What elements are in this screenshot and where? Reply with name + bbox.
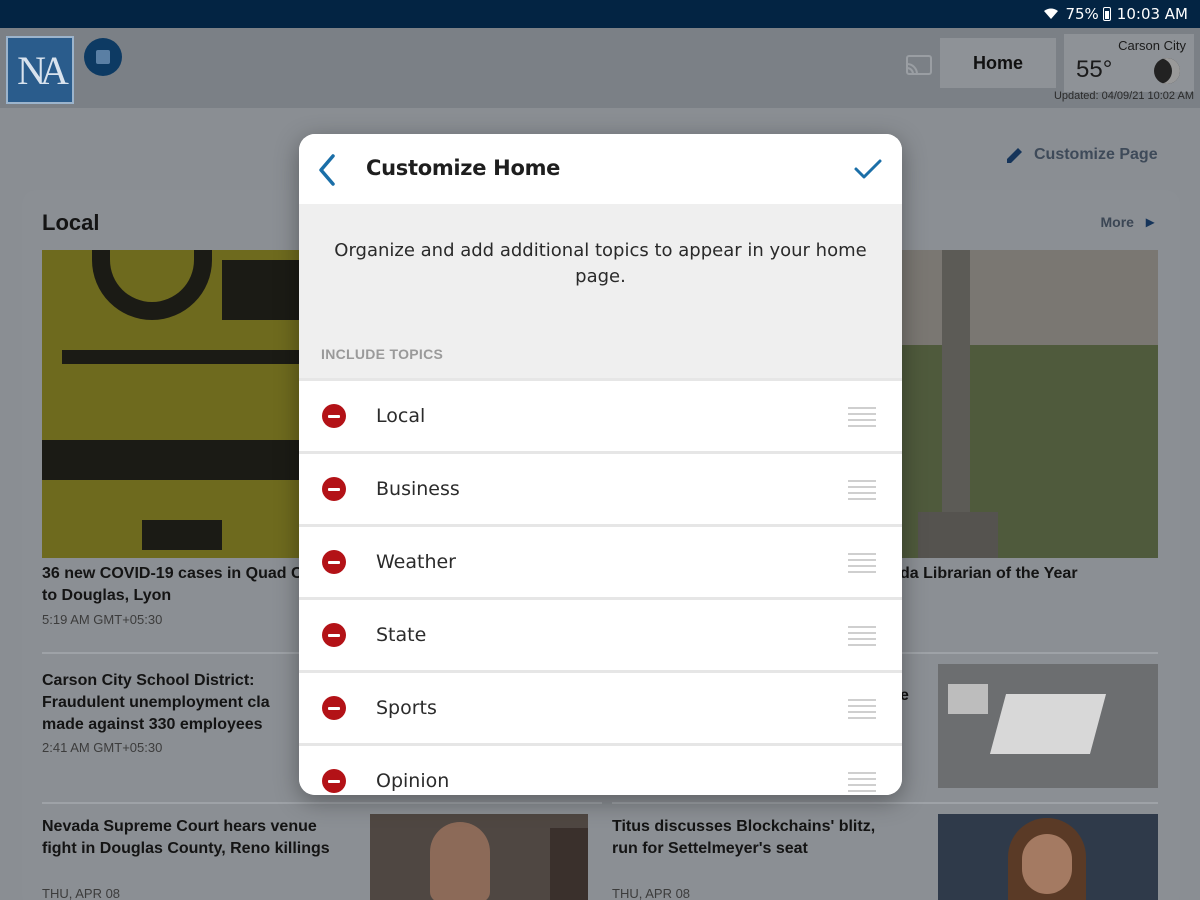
article-thumb-portrait[interactable] [938,814,1158,900]
article-time: 2:41 AM GMT+05:30 [42,740,163,755]
remove-topic-icon[interactable] [322,623,346,647]
remove-topic-icon[interactable] [322,696,346,720]
home-nav-button[interactable]: Home [940,38,1056,88]
menu-button[interactable] [84,38,122,76]
article-image-librarian[interactable] [900,250,1158,558]
drag-handle-icon[interactable] [848,626,876,646]
battery-icon [1102,7,1111,21]
figure [550,828,588,900]
topic-row-business[interactable]: Business [299,451,902,524]
topic-label: State [376,624,427,646]
menu-icon [96,50,110,64]
headline-line: made against 330 employees [42,716,263,733]
headline-line: da Librarian of the Year [900,565,1078,582]
chevron-right-icon: ▸ [1145,214,1154,231]
pencil-icon [1007,148,1022,163]
weather-widget[interactable]: Carson City 55° [1064,34,1194,92]
customize-home-dialog: Customize Home Organize and add addition… [299,134,902,795]
roof [989,694,1107,754]
topic-list: Local Business Weather State Sports Opin… [299,378,902,795]
headline-line: Nevada Supreme Court hears venue [42,818,317,835]
article-time: THU, APR 08 [612,886,691,900]
include-topics-label: INCLUDE TOPICS [321,346,444,362]
top-bar: NA Home Carson City 55° Updated: 04/09/2… [0,28,1200,108]
back-arrow-icon[interactable] [311,150,347,190]
divider [612,802,1158,804]
article-headline[interactable]: da Librarian of the Year [900,563,1078,585]
topic-row-opinion[interactable]: Opinion [299,743,902,795]
topic-label: Opinion [376,770,450,792]
more-link[interactable]: More ▸ [1101,212,1154,232]
headline-line: 36 new COVID-19 cases in Quad C [42,565,303,582]
intro-text: Organize and add additional topics to ap… [334,240,867,287]
headline-line: Carson City School District: [42,672,255,689]
weather-city: Carson City [1118,38,1186,53]
headline-line: Titus discusses Blockchains' blitz, [612,818,876,835]
sky [900,250,1158,345]
dialog-title: Customize Home [366,156,561,180]
post-base [918,512,998,558]
article-headline[interactable]: Carson City School District: Fraudulent … [42,670,270,736]
article-thumb-snow[interactable] [938,664,1158,788]
weather-updated: Updated: 04/09/21 10:02 AM [1053,90,1194,102]
status-bar: 75% 10:03 AM [0,0,1200,28]
headline-line: fight in Douglas County, Reno killings [42,840,330,857]
article-time: THU, APR 08 [42,886,121,900]
remove-topic-icon[interactable] [322,477,346,501]
cast-icon[interactable] [904,54,934,78]
battery-percent: 75% [1065,5,1099,23]
clock: 10:03 AM [1116,5,1188,23]
more-label: More [1100,214,1134,230]
drag-handle-icon[interactable] [848,699,876,719]
remove-topic-icon[interactable] [322,404,346,428]
wifi-icon [1044,8,1059,19]
headline-line: Fraudulent unemployment cla [42,694,270,711]
topic-label: Business [376,478,460,500]
customize-page-link[interactable]: Customize Page [1004,144,1158,166]
roof [948,684,988,714]
topic-row-state[interactable]: State [299,597,902,670]
face [1022,834,1072,894]
topic-label: Local [376,405,426,427]
app-logo[interactable]: NA [6,36,74,104]
customize-page-label: Customize Page [1034,146,1158,163]
moon-icon [1154,58,1180,84]
remove-topic-icon[interactable] [322,550,346,574]
drag-handle-icon[interactable] [848,407,876,427]
divider [42,802,602,804]
headline-line: run for Settelmeyer's seat [612,840,808,857]
post [942,250,970,530]
article-thumb-court[interactable] [370,814,588,900]
topic-row-weather[interactable]: Weather [299,524,902,597]
drag-handle-icon[interactable] [848,480,876,500]
article-headline[interactable]: Nevada Supreme Court hears venue fight i… [42,816,330,860]
face [430,822,490,900]
article-headline[interactable]: 36 new COVID-19 cases in Quad C to Dougl… [42,563,303,607]
headline-line: to Douglas, Lyon [42,587,172,604]
topic-row-local[interactable]: Local [299,378,902,451]
weather-temp: 55° [1076,56,1113,83]
article-headline[interactable]: Titus discusses Blockchains' blitz, run … [612,816,875,860]
article-image-covid[interactable] [42,250,342,558]
topic-row-sports[interactable]: Sports [299,670,902,743]
section-title: Local [42,210,100,235]
checkmark-icon[interactable] [852,154,884,184]
topic-label: Weather [376,551,456,573]
dialog-header: Customize Home [299,134,902,204]
remove-topic-icon[interactable] [322,769,346,793]
topic-label: Sports [376,697,437,719]
drag-handle-icon[interactable] [848,772,876,792]
drag-handle-icon[interactable] [848,553,876,573]
article-time: 5:19 AM GMT+05:30 [42,612,163,627]
